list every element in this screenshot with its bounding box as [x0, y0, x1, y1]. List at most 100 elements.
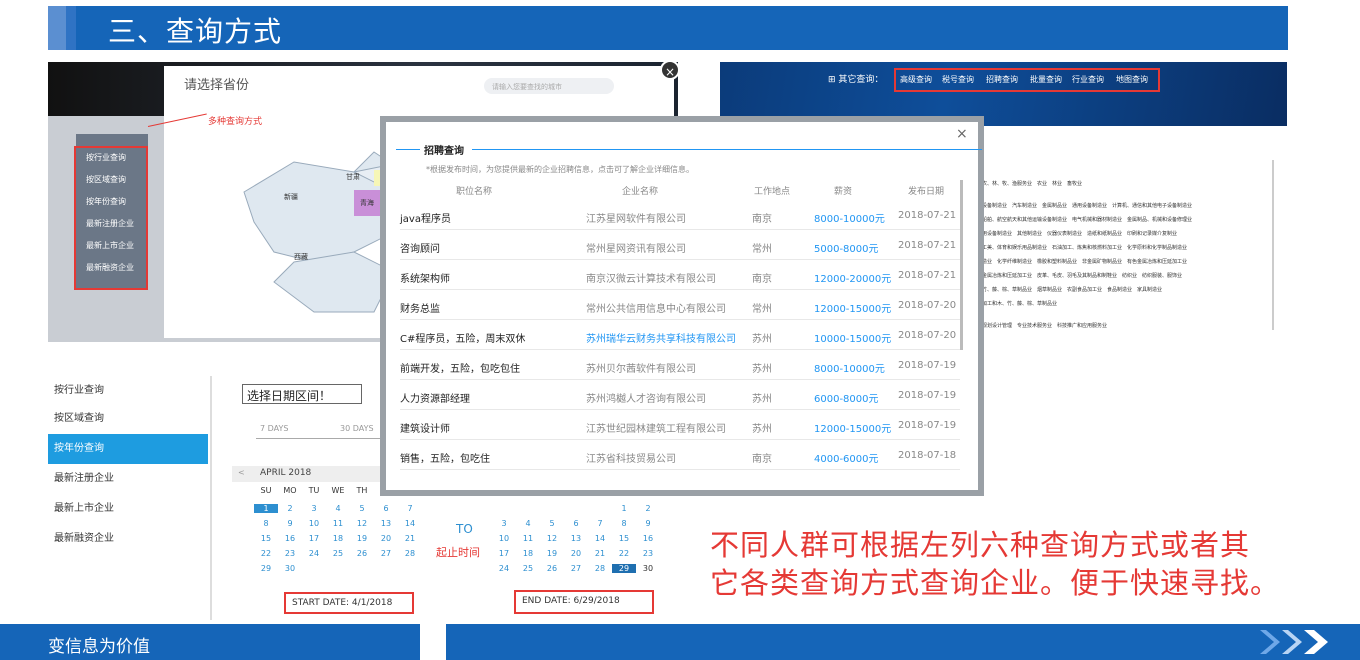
calendar-day[interactable]: 22 — [612, 549, 636, 558]
calendar-day[interactable]: 1 — [254, 504, 278, 513]
calendar-day[interactable]: 19 — [540, 549, 564, 558]
calendar-day[interactable]: 14 — [588, 534, 612, 543]
calendar-day[interactable]: 29 — [612, 564, 636, 573]
sidebar-item[interactable]: 按行业查询 — [48, 376, 208, 406]
calendar-day[interactable]: 22 — [254, 549, 278, 558]
calendar-day[interactable]: 12 — [540, 534, 564, 543]
calendar-day[interactable]: 23 — [278, 549, 302, 558]
calendar-day[interactable]: 28 — [588, 564, 612, 573]
calendar-day[interactable]: 26 — [540, 564, 564, 573]
table-row[interactable]: java程序员 江苏星网软件有限公司 南京 8000-10000元 2018-07-21 — [400, 200, 960, 230]
province-label[interactable]: 甘肃 — [346, 172, 360, 182]
sidebar-item[interactable]: 按区域查询 — [48, 404, 208, 434]
close-icon[interactable]: × — [660, 62, 678, 80]
calendar-day[interactable]: 25 — [326, 549, 350, 558]
industry-row[interactable]: 造业 化学纤维制造业 橡胶和塑料制品业 非金属矿物制品业 有色金属冶炼和压延加工… — [982, 258, 1187, 265]
table-row[interactable]: 前端开发，五险，包吃包住 苏州贝尔茜软件有限公司 苏州 8000-10000元 2018… — [400, 350, 960, 380]
calendar-day[interactable]: 4 — [326, 504, 350, 513]
calendar-day[interactable]: 15 — [612, 534, 636, 543]
calendar-day[interactable]: 16 — [278, 534, 302, 543]
calendar-day[interactable]: 27 — [564, 564, 588, 573]
calendar-day[interactable]: 12 — [350, 519, 374, 528]
calendar-day[interactable]: 24 — [302, 549, 326, 558]
province-label[interactable]: 青海 — [360, 198, 374, 208]
table-row[interactable]: 销售，五险，包吃住 江苏省科技贸易公司 南京 4000-6000元 2018-07-18 — [400, 440, 960, 470]
end-date[interactable]: END DATE: 6/29/2018 — [514, 590, 654, 614]
calendar-day[interactable]: 8 — [254, 519, 278, 528]
range-slider[interactable] — [256, 438, 386, 439]
sidebar-item[interactable]: 最新融资企业 — [48, 524, 208, 554]
scrollbar[interactable] — [960, 180, 963, 350]
nav-tax[interactable]: 税号查询 — [942, 74, 974, 85]
calendar-day[interactable]: 3 — [302, 504, 326, 513]
calendar-day[interactable]: 7 — [398, 504, 422, 513]
industry-row[interactable]: 加工和木、竹、藤、棕、草制品业 — [982, 300, 1057, 307]
calendar-day[interactable]: 19 — [350, 534, 374, 543]
table-row[interactable]: 咨询顾问 常州星网资讯有限公司 常州 5000-8000元 2018-07-21 — [400, 230, 960, 260]
calendar-day[interactable]: 13 — [564, 534, 588, 543]
calendar-day[interactable]: 2 — [636, 504, 660, 513]
nav-jobs[interactable]: 招聘查询 — [986, 74, 1018, 85]
calendar-day[interactable]: 5 — [350, 504, 374, 513]
nav-industry[interactable]: 行业查询 — [1072, 74, 1104, 85]
calendar-day[interactable]: 11 — [516, 534, 540, 543]
calendar-day[interactable]: 15 — [254, 534, 278, 543]
city-search-input[interactable]: 请输入您要查找的城市 — [484, 78, 614, 94]
calendar-day[interactable]: 6 — [564, 519, 588, 528]
close-icon[interactable]: × — [956, 126, 968, 142]
sidebar-item-active[interactable]: 按年份查询 — [48, 434, 208, 464]
range-7-days[interactable]: 7 DAYS — [260, 424, 288, 433]
calendar-day[interactable]: 21 — [398, 534, 422, 543]
calendar-day[interactable]: 23 — [636, 549, 660, 558]
industry-row[interactable]: 规划设计管理 专业技术服务业 科技推广和应用服务业 — [982, 322, 1107, 329]
table-row[interactable]: 系统架构师 南京汉微云计算技术有限公司 南京 12000-20000元 2018-07-… — [400, 260, 960, 290]
calendar-day[interactable]: 21 — [588, 549, 612, 558]
calendar-day[interactable]: 18 — [326, 534, 350, 543]
calendar-day[interactable]: 10 — [492, 534, 516, 543]
industry-row[interactable]: 金属冶炼和压延加工业 皮革、毛皮、羽毛及其制品和制鞋业 纺织业 纺织服装、服饰业 — [982, 272, 1182, 279]
sidebar-item[interactable]: 最新注册企业 — [48, 464, 208, 494]
calendar-day[interactable]: 30 — [636, 564, 660, 573]
industry-row[interactable]: 设备制造业 汽车制造业 金属制品业 通用设备制造业 计算机、通信和其他电子设备制… — [982, 202, 1192, 209]
calendar-day[interactable]: 16 — [636, 534, 660, 543]
calendar-day[interactable]: 28 — [398, 549, 422, 558]
calendar-day[interactable]: 7 — [588, 519, 612, 528]
calendar-day[interactable]: 24 — [492, 564, 516, 573]
calendar-day[interactable]: 25 — [516, 564, 540, 573]
calendar-day[interactable]: 5 — [540, 519, 564, 528]
industry-row[interactable]: 农、林、牧、渔服务业 农业 林业 畜牧业 — [982, 180, 1082, 187]
industry-row[interactable]: 用设备制造业 其他制造业 仪器仪表制造业 造纸和纸制品业 印刷和记录媒介复制业 — [982, 230, 1177, 237]
calendar-day[interactable]: 4 — [516, 519, 540, 528]
calendar-day[interactable]: 18 — [516, 549, 540, 558]
calendar-day[interactable]: 8 — [612, 519, 636, 528]
calendar-day[interactable]: 9 — [278, 519, 302, 528]
nav-map[interactable]: 地图查询 — [1116, 74, 1148, 85]
calendar-day[interactable]: 26 — [350, 549, 374, 558]
calendar-day[interactable]: 30 — [278, 564, 302, 573]
nav-advanced[interactable]: 高级查询 — [900, 74, 932, 85]
table-row[interactable]: C#程序员，五险，周末双休 苏州瑞华云财务共享科技有限公司 苏州 10000-1500… — [400, 320, 960, 350]
calendar-day[interactable]: 1 — [612, 504, 636, 513]
calendar-day[interactable]: 17 — [302, 534, 326, 543]
calendar-day[interactable]: 17 — [492, 549, 516, 558]
industry-row[interactable]: 工美、体育和娱乐用品制造业 石油加工、炼焦和核燃料加工业 化学原料和化学制品制造… — [982, 244, 1187, 251]
calendar-day[interactable]: 13 — [374, 519, 398, 528]
calendar-day[interactable]: 14 — [398, 519, 422, 528]
table-row[interactable]: 财务总监 常州公共信用信息中心有限公司 常州 12000-15000元 2018-07-… — [400, 290, 960, 320]
calendar-day[interactable]: 27 — [374, 549, 398, 558]
nav-batch[interactable]: 批量查询 — [1030, 74, 1062, 85]
calendar-day[interactable]: 2 — [278, 504, 302, 513]
table-row[interactable]: 人力资源部经理 苏州鸿樾人才咨询有限公司 苏州 6000-8000元 2018-07-1… — [400, 380, 960, 410]
calendar-day[interactable]: 6 — [374, 504, 398, 513]
calendar-day[interactable]: 11 — [326, 519, 350, 528]
calendar-day[interactable]: 9 — [636, 519, 660, 528]
calendar-day[interactable]: 20 — [374, 534, 398, 543]
prev-month-icon[interactable]: < — [238, 468, 245, 477]
calendar-day[interactable]: 20 — [564, 549, 588, 558]
range-30-days[interactable]: 30 DAYS — [340, 424, 374, 433]
industry-row[interactable]: 船舶、航空航天和其他运输设备制造业 电气机械和器材制造业 金属制品、机械和设备修… — [982, 216, 1192, 223]
calendar-day[interactable]: 10 — [302, 519, 326, 528]
province-label[interactable]: 西藏 — [294, 252, 308, 262]
province-label[interactable]: 新疆 — [284, 192, 298, 202]
table-row[interactable]: 建筑设计师 江苏世纪园林建筑工程有限公司 苏州 12000-15000元 2018-07… — [400, 410, 960, 440]
